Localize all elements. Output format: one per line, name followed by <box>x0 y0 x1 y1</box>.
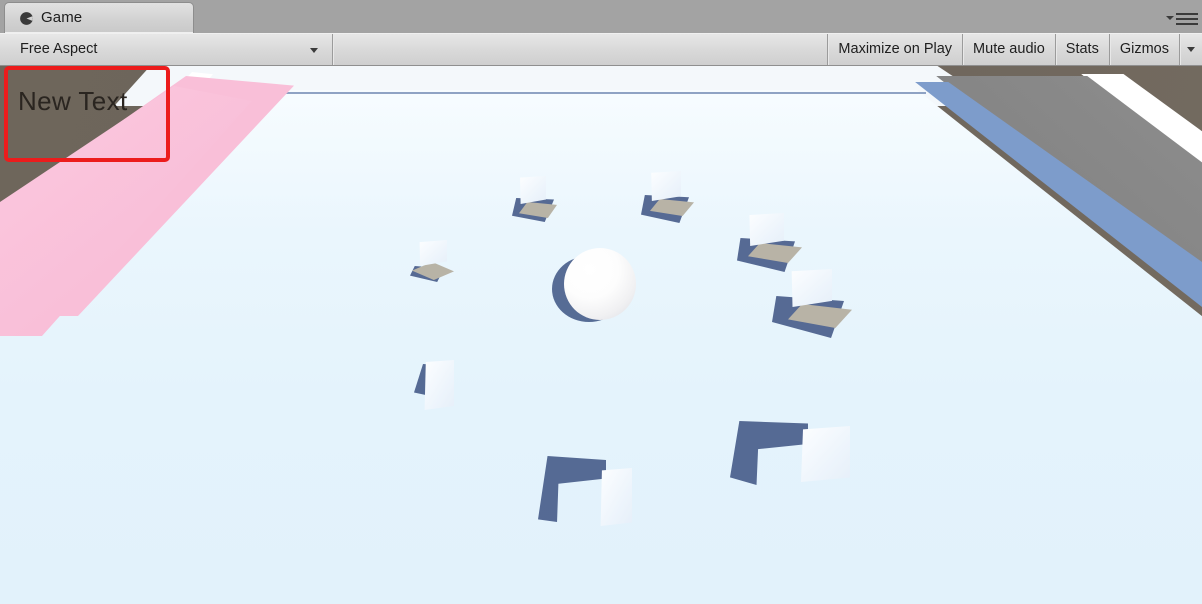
game-view-render[interactable]: New Text <box>0 66 1202 604</box>
chevron-down-icon <box>1187 47 1195 52</box>
hamburger-menu-icon[interactable] <box>1176 13 1198 27</box>
gizmos-dropdown-button[interactable] <box>1180 34 1202 65</box>
annotation-highlight-box <box>4 66 170 162</box>
chevron-down-icon <box>310 48 318 53</box>
tab-bar: Game <box>0 0 1202 33</box>
maximize-on-play-button[interactable]: Maximize on Play <box>828 34 962 65</box>
aspect-ratio-dropdown[interactable]: Free Aspect <box>0 34 332 65</box>
scene-horizon-line <box>196 92 926 94</box>
chevron-down-icon[interactable] <box>1166 16 1174 20</box>
aspect-ratio-label: Free Aspect <box>20 41 98 58</box>
mute-audio-button[interactable]: Mute audio <box>963 34 1055 65</box>
unity-game-view-icon <box>20 11 33 25</box>
tab-game-label: Game <box>41 9 83 26</box>
gizmos-button[interactable]: Gizmos <box>1110 34 1179 65</box>
tab-game[interactable]: Game <box>4 2 194 33</box>
game-view-toolbar: Free Aspect Maximize on Play Mute audio … <box>0 33 1202 66</box>
unity-game-view-window: Game Free Aspect Maximize on Play Mute a… <box>0 0 1202 604</box>
stats-button[interactable]: Stats <box>1056 34 1109 65</box>
